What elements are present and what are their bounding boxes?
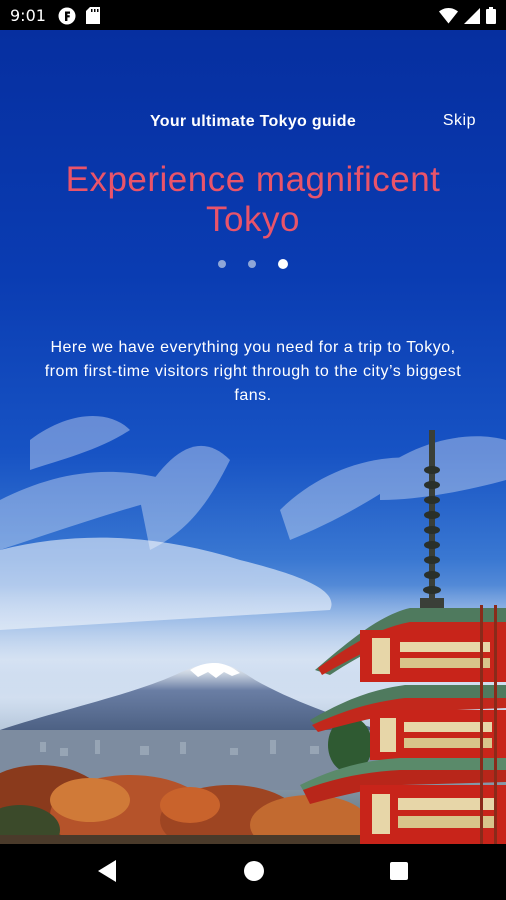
f-app-icon (58, 7, 76, 29)
onboarding-screen: Your ultimate Tokyo guide Skip Experienc… (0, 30, 506, 844)
signal-icon (464, 7, 480, 28)
tokyo-fuji-pagoda-image (0, 416, 506, 844)
onboarding-headline: Experience magnificent Tokyo (65, 160, 441, 239)
onboarding-description: Here we have everything you need for a t… (44, 339, 462, 404)
skip-button[interactable]: Skip (443, 112, 476, 130)
page-indicator (0, 259, 506, 269)
header-title: Your ultimate Tokyo guide (149, 113, 357, 130)
page-dot[interactable] (218, 260, 226, 268)
wifi-icon (439, 7, 458, 28)
status-bar: 9:01 (0, 0, 506, 30)
page-dot[interactable] (248, 260, 256, 268)
recents-icon[interactable] (389, 861, 409, 886)
status-time: 9:01 (10, 6, 46, 25)
back-icon[interactable] (96, 858, 118, 889)
home-icon[interactable] (243, 860, 265, 887)
battery-icon (486, 7, 496, 28)
page-dot-active[interactable] (278, 259, 288, 269)
navigation-bar (0, 844, 506, 900)
sd-card-icon (86, 7, 100, 28)
